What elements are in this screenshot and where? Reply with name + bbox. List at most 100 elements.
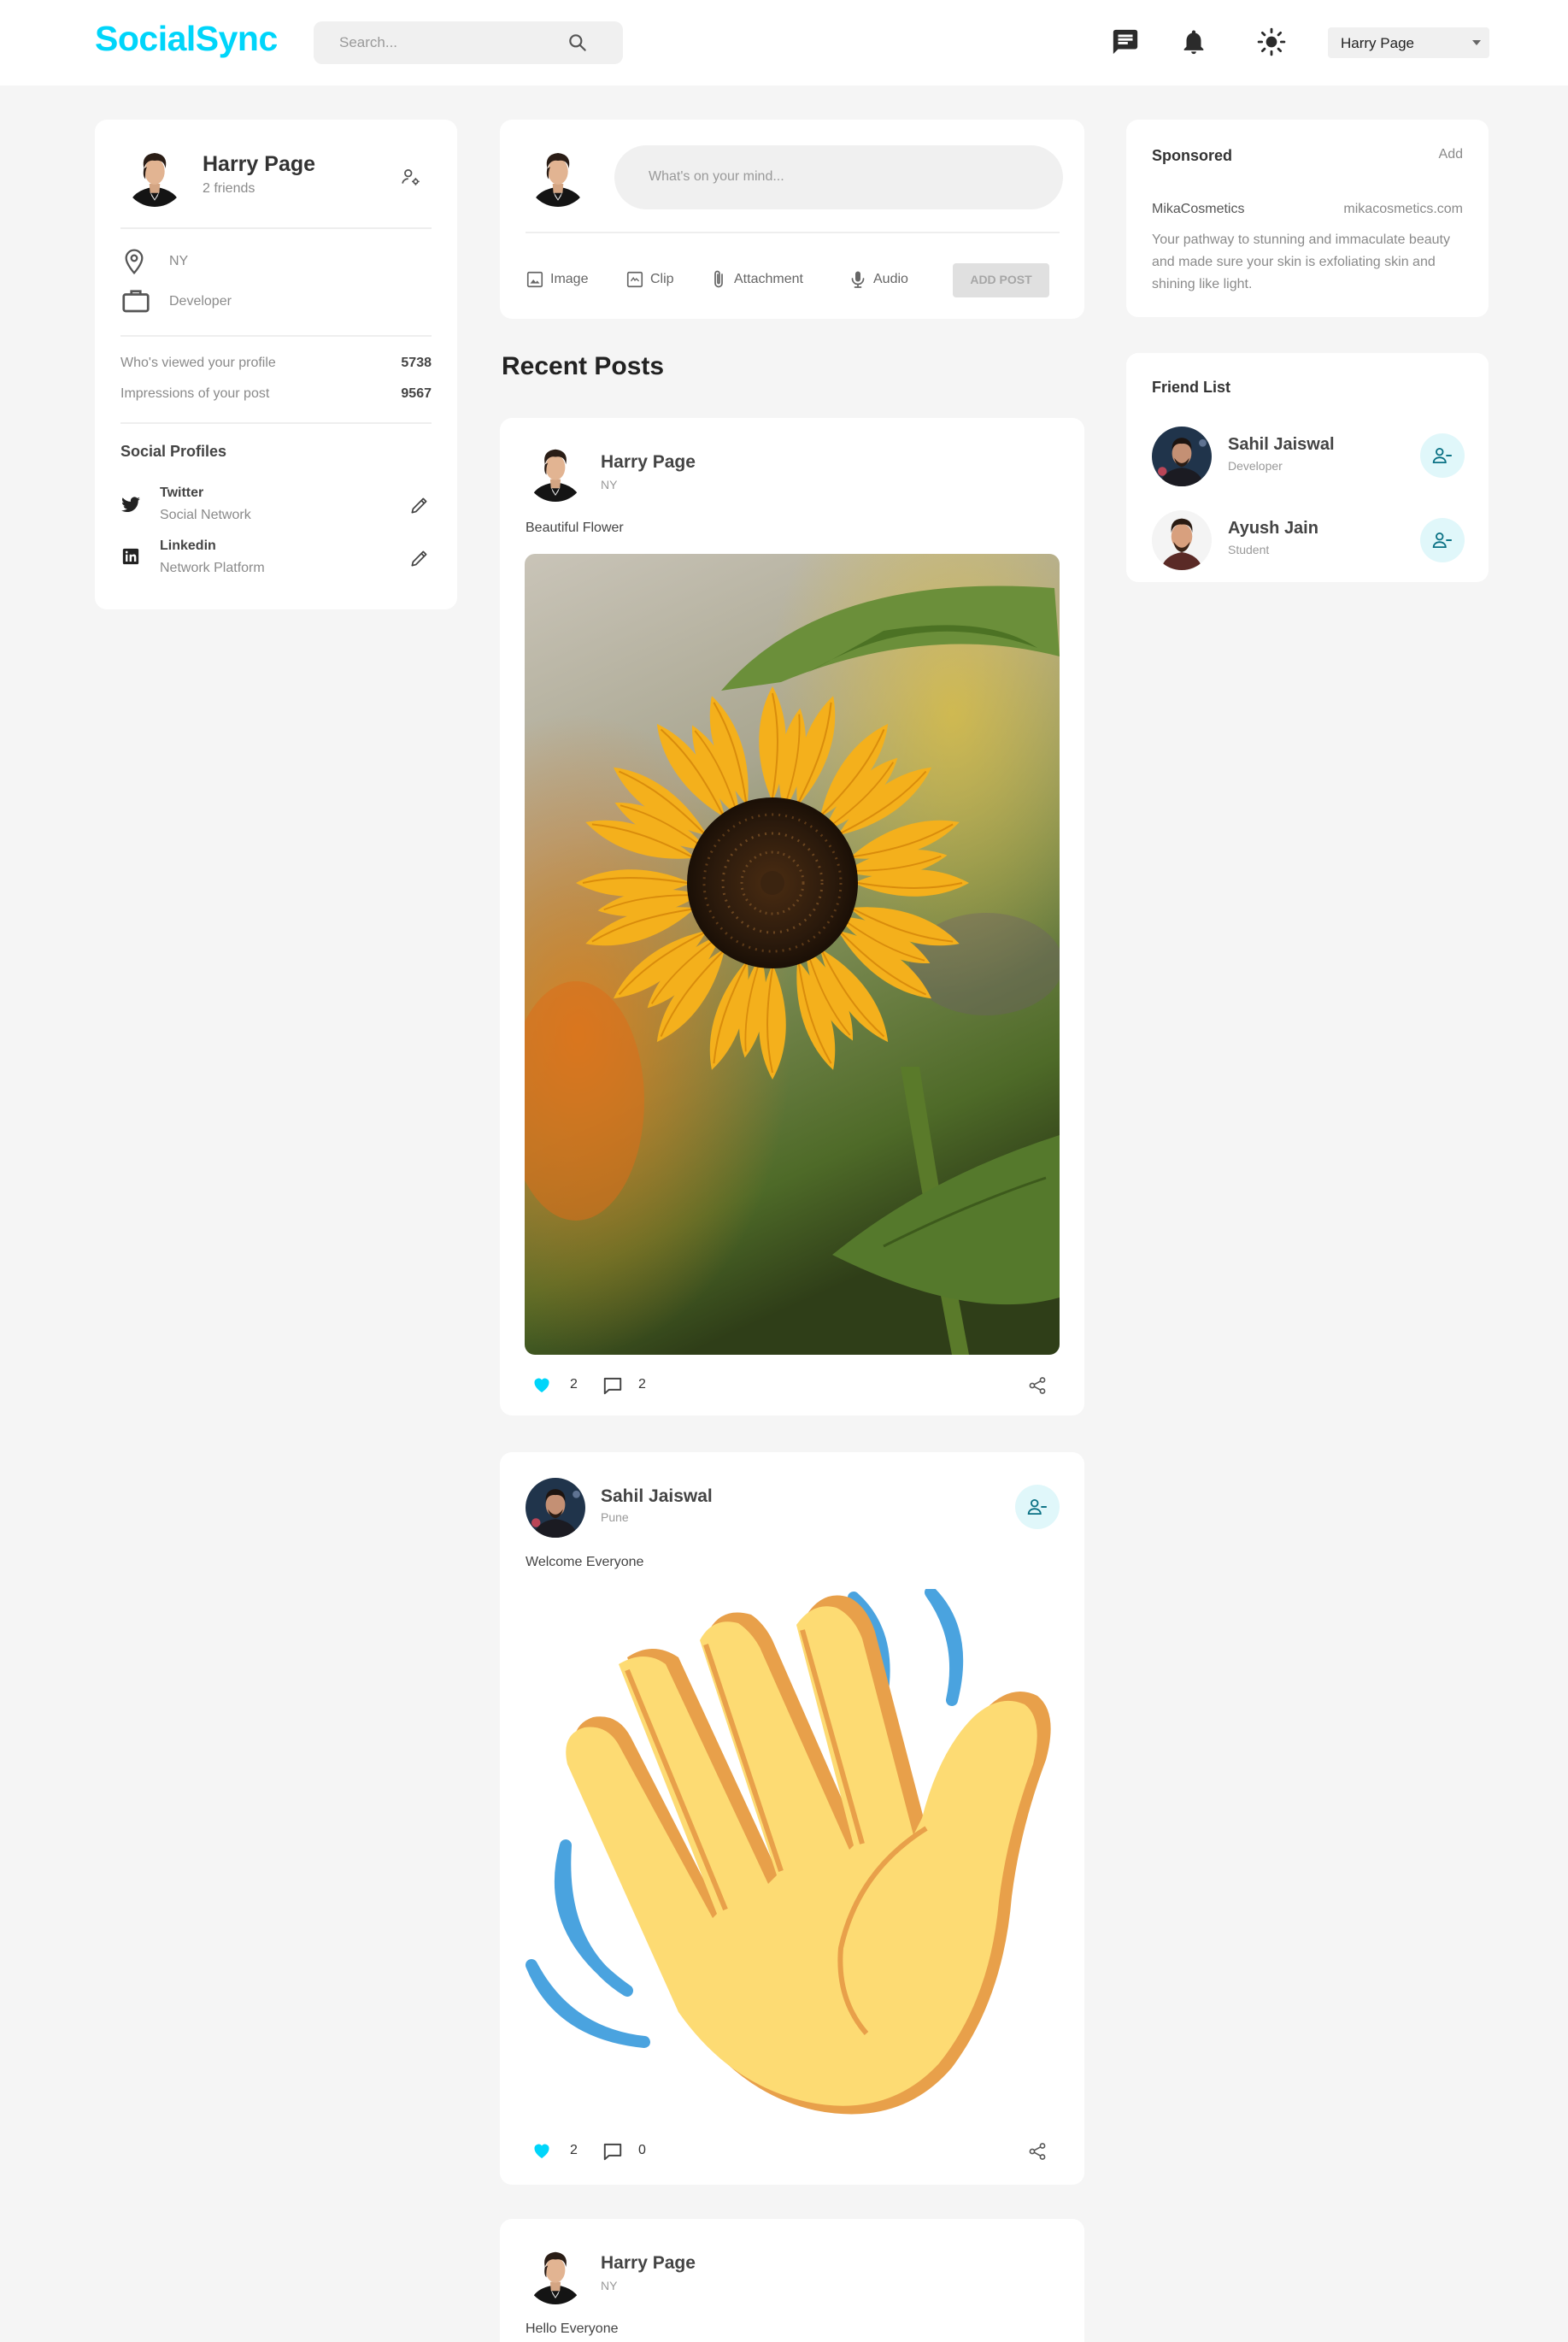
- post-author-avatar[interactable]: [526, 442, 585, 502]
- profile-friends-count: 2 friends: [203, 181, 255, 196]
- post-card: Harry Page NY Beautiful Flower 2 2: [500, 418, 1084, 1415]
- profile-location: NY: [169, 254, 189, 268]
- sponsored-add-link[interactable]: Add: [1439, 147, 1463, 162]
- briefcase-icon: [120, 285, 151, 316]
- friend-list-card: Friend List Sahil Jaiswal Developer Ayus…: [1126, 353, 1489, 582]
- sponsor-description: Your pathway to stunning and immaculate …: [1152, 232, 1450, 291]
- edit-pencil-icon[interactable]: [408, 547, 431, 569]
- manage-account-icon[interactable]: [400, 166, 422, 188]
- post-author-name[interactable]: Sahil Jaiswal: [601, 1486, 713, 1507]
- post-card: Sahil Jaiswal Pune Welcome Everyone 2 0: [500, 1452, 1084, 2185]
- edit-pencil-icon[interactable]: [408, 494, 431, 516]
- composer-avatar: [527, 145, 589, 207]
- post-author-location: Pune: [601, 1510, 629, 1524]
- like-count: 2: [570, 1377, 578, 1392]
- waving-hand-image: [526, 1589, 1051, 2115]
- profile-occupation: Developer: [169, 294, 232, 309]
- post-author-location: NY: [601, 478, 618, 491]
- divider: [120, 422, 432, 424]
- stat-value: 5738: [401, 356, 432, 370]
- post-author-name[interactable]: Harry Page: [601, 2253, 696, 2274]
- friend-avatar[interactable]: [1152, 427, 1212, 486]
- location-pin-icon: [120, 248, 148, 275]
- sponsored-title: Sponsored: [1152, 147, 1233, 164]
- chat-icon[interactable]: [1111, 27, 1140, 56]
- post-composer-card: What's on your mind... Image Clip Attach…: [500, 120, 1084, 319]
- search-input[interactable]: Search...: [339, 34, 397, 51]
- add-post-button[interactable]: ADD POST: [953, 263, 1049, 297]
- bell-icon[interactable]: [1179, 27, 1208, 56]
- friend-avatar[interactable]: [1152, 510, 1212, 570]
- friend-name[interactable]: Sahil Jaiswal: [1228, 435, 1335, 455]
- post-image-sunflower[interactable]: [525, 554, 1060, 1355]
- heart-icon[interactable]: [531, 1374, 552, 1395]
- search-box[interactable]: Search...: [314, 21, 623, 64]
- profile-card: Harry Page 2 friends NY Developer Who's …: [95, 120, 457, 609]
- friend-role: Student: [1228, 543, 1270, 556]
- friend-name[interactable]: Ayush Jain: [1228, 519, 1318, 538]
- composer-action-image[interactable]: Image: [550, 272, 588, 287]
- share-icon[interactable]: [1027, 1375, 1048, 1396]
- remove-friend-button[interactable]: [1015, 1485, 1060, 1529]
- profile-avatar[interactable]: [124, 145, 185, 207]
- social-name[interactable]: Linkedin: [160, 538, 216, 554]
- post-input-placeholder: What's on your mind...: [649, 169, 784, 184]
- search-icon[interactable]: [567, 32, 589, 54]
- divider: [120, 335, 432, 337]
- post-image-waving-hand[interactable]: [525, 1589, 1060, 2124]
- social-sub: Network Platform: [160, 561, 265, 575]
- person-remove-icon: [1026, 1496, 1048, 1518]
- post-author-avatar[interactable]: [526, 2245, 585, 2304]
- social-sub: Social Network: [160, 508, 251, 522]
- linkedin-icon[interactable]: [121, 547, 140, 566]
- post-text: Welcome Everyone: [526, 1555, 644, 1569]
- user-select-dropdown[interactable]: Harry Page: [1328, 27, 1489, 58]
- stat-value: 9567: [401, 386, 432, 401]
- post-text: Hello Everyone: [526, 2321, 619, 2336]
- post-text: Beautiful Flower: [526, 521, 624, 535]
- comment-count: 2: [638, 1377, 646, 1392]
- sunflower-image: [525, 554, 1060, 1355]
- person-remove-icon: [1431, 529, 1453, 551]
- comment-icon[interactable]: [602, 1374, 624, 1397]
- post-author-avatar[interactable]: [526, 1478, 585, 1538]
- post-author-location: NY: [601, 2279, 618, 2292]
- remove-friend-button[interactable]: [1420, 518, 1465, 562]
- top-navigation-bar: SocialSync Search... Harry Page: [0, 0, 1568, 85]
- social-name[interactable]: Twitter: [160, 485, 203, 501]
- post-author-name[interactable]: Harry Page: [601, 452, 696, 473]
- social-profiles-title: Social Profiles: [120, 443, 227, 460]
- friend-role: Developer: [1228, 459, 1283, 473]
- image-icon[interactable]: [526, 270, 544, 289]
- composer-action-audio[interactable]: Audio: [873, 272, 908, 287]
- twitter-icon[interactable]: [120, 494, 141, 515]
- sponsor-brand[interactable]: MikaCosmetics: [1152, 202, 1244, 217]
- attachment-icon[interactable]: [708, 269, 729, 290]
- stat-label: Who's viewed your profile: [120, 356, 276, 370]
- composer-action-clip[interactable]: Clip: [650, 272, 674, 287]
- divider: [120, 227, 432, 229]
- remove-friend-button[interactable]: [1420, 433, 1465, 478]
- like-count: 2: [570, 2143, 578, 2157]
- comment-icon[interactable]: [602, 2140, 624, 2163]
- microphone-icon[interactable]: [848, 269, 868, 290]
- sponsored-card: Sponsored Add MikaCosmetics mikacosmetic…: [1126, 120, 1489, 317]
- comment-count: 0: [638, 2143, 646, 2157]
- person-remove-icon: [1431, 444, 1453, 467]
- recent-posts-heading: Recent Posts: [502, 352, 665, 380]
- share-icon[interactable]: [1027, 2141, 1048, 2162]
- friend-list-title: Friend List: [1152, 379, 1231, 396]
- gif-icon[interactable]: [625, 270, 644, 289]
- post-card: Harry Page NY Hello Everyone: [500, 2219, 1084, 2342]
- chevron-down-icon: [1472, 40, 1481, 45]
- post-text-input[interactable]: What's on your mind...: [614, 145, 1063, 209]
- sponsor-url[interactable]: mikacosmetics.com: [1343, 202, 1463, 217]
- app-logo[interactable]: SocialSync: [95, 19, 278, 59]
- divider: [526, 232, 1060, 233]
- composer-action-attachment[interactable]: Attachment: [734, 272, 803, 287]
- user-select-value: Harry Page: [1341, 35, 1414, 51]
- profile-name[interactable]: Harry Page: [203, 152, 315, 177]
- stat-label: Impressions of your post: [120, 386, 270, 401]
- heart-icon[interactable]: [531, 2140, 552, 2161]
- sun-icon[interactable]: [1257, 27, 1286, 56]
